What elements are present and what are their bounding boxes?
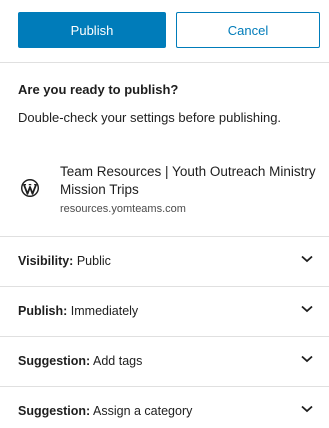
publish-actions: Publish Cancel bbox=[18, 12, 320, 48]
site-url: resources.yomteams.com bbox=[60, 203, 186, 215]
panel-suggestion-tags[interactable]: Suggestion: Add tags bbox=[0, 336, 329, 384]
chevron-down-icon bbox=[301, 305, 313, 313]
panel-visibility[interactable]: Visibility: Public bbox=[0, 236, 329, 284]
site-title: Team Resources | Youth Outreach Ministry… bbox=[60, 164, 316, 197]
panel-suggestion-category[interactable]: Suggestion: Assign a category bbox=[0, 386, 329, 428]
panel-label: Publish: Immediately bbox=[18, 303, 139, 318]
chevron-down-icon bbox=[301, 405, 313, 413]
site-card: Team Resources | Youth Outreach Ministry… bbox=[18, 163, 318, 223]
divider bbox=[0, 62, 329, 63]
panel-label: Suggestion: Add tags bbox=[18, 353, 143, 368]
cancel-button[interactable]: Cancel bbox=[176, 12, 320, 48]
panel-publish-date[interactable]: Publish: Immediately bbox=[0, 286, 329, 334]
wordpress-icon bbox=[21, 179, 39, 197]
panel-label: Suggestion: Assign a category bbox=[18, 403, 193, 418]
panel-label: Visibility: Public bbox=[18, 253, 111, 268]
prepublish-description: Double-check your settings before publis… bbox=[18, 110, 282, 125]
chevron-down-icon bbox=[301, 255, 313, 263]
chevron-down-icon bbox=[301, 355, 313, 363]
prepublish-heading: Are you ready to publish? bbox=[18, 82, 179, 97]
publish-button[interactable]: Publish bbox=[18, 12, 166, 48]
